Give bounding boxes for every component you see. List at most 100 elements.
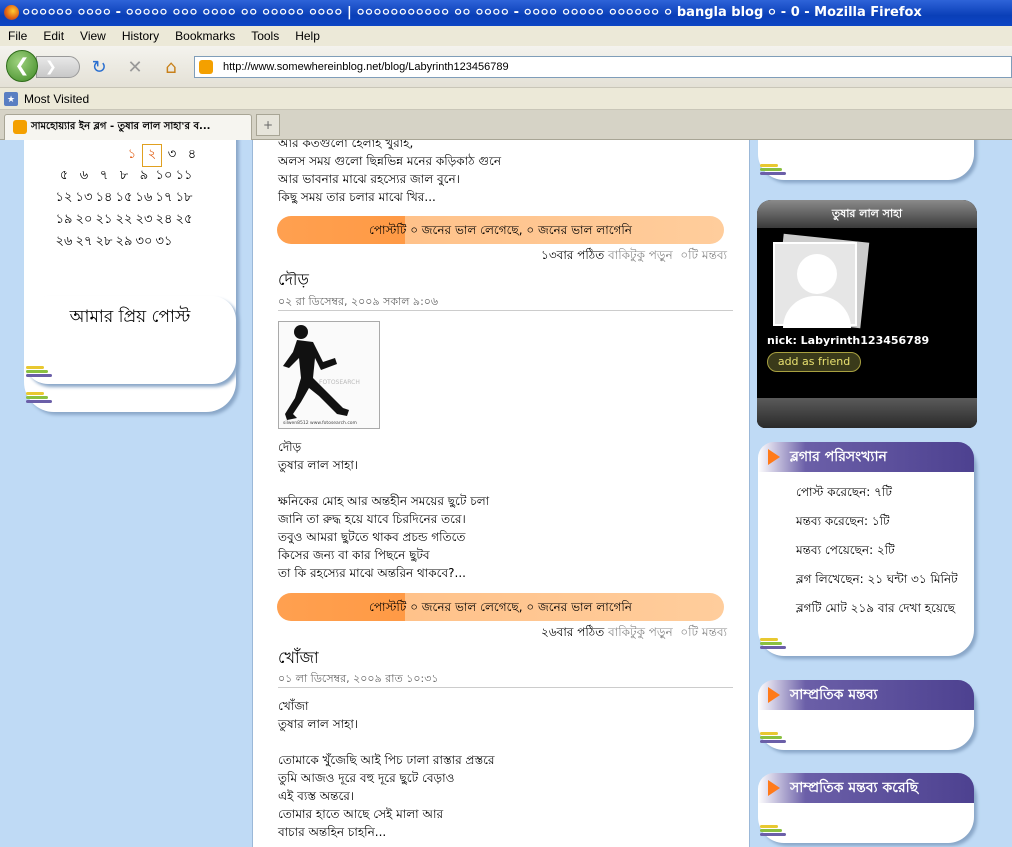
calendar-day[interactable]: ১২ — [54, 188, 74, 209]
calendar-day[interactable]: ৫ — [54, 166, 74, 187]
calendar-day[interactable]: ১৬ — [134, 188, 154, 209]
arrow-right-icon — [768, 449, 780, 465]
menu-view[interactable]: View — [72, 29, 114, 43]
my-recent-comments-header: সাম্প্রতিক মন্তব্য করেছি — [758, 773, 974, 803]
url-bar[interactable]: http://www.somewhereinblog.net/blog/Laby… — [194, 56, 1012, 78]
poem-line: তুষার লাল সাহা। — [278, 717, 359, 731]
profile-nick: nick: Labyrinth123456789 — [767, 334, 930, 347]
comment-count-link[interactable]: ০টি মন্তব্য — [680, 248, 727, 262]
window-title: ০০০০০০ ০০০০ - ০০০০০ ০০০ ০০০০ ০০ ০০০০০ ০০… — [22, 4, 922, 20]
calendar-day[interactable]: ১৭ — [154, 188, 174, 209]
main-content: আর কতগুলো হেলাহ খুরাহ, অলস সময় গুলো ছিন… — [252, 140, 750, 847]
post-title[interactable]: দৌড় — [278, 267, 309, 294]
url-text: http://www.somewhereinblog.net/blog/Laby… — [223, 61, 509, 73]
calendar-day[interactable]: ৯ — [134, 166, 154, 187]
reload-icon[interactable]: ↻ — [88, 58, 110, 78]
calendar-row-2: ৫ ৬ ৭ ৮ ৯ ১০ ১১ — [54, 166, 194, 187]
calendar-day[interactable]: ৩ — [162, 145, 182, 166]
poem-line: আর কতগুলো হেলাহ খুরাহ, — [278, 140, 414, 150]
bookmark-most-visited[interactable]: Most Visited — [24, 92, 89, 106]
blogger-stats-box: ব্লগার পরিসংখ্যান পোস্ট করেছেন: ৭টি মন্ত… — [758, 442, 974, 656]
like-bar[interactable]: পোস্টটি ০ জনের ভাল লেগেছে, ০ জনের ভাল লা… — [277, 216, 724, 244]
calendar-day[interactable]: ১১ — [174, 166, 194, 187]
my-recent-comments-box: সাম্প্রতিক মন্তব্য করেছি — [758, 773, 974, 843]
stat-comments-made: মন্তব্য করেছেন: ১টি — [796, 514, 890, 528]
calendar-day[interactable]: ৪ — [182, 145, 202, 166]
menu-file[interactable]: File — [0, 29, 35, 43]
swirl-decoration-icon — [760, 825, 786, 837]
avatar[interactable] — [773, 233, 870, 330]
poem-line: তুমি আজও দূরে বহু দূরে ছুটে বেড়াও — [278, 771, 455, 785]
arrow-right-icon — [768, 687, 780, 703]
profile-footer — [757, 398, 977, 428]
calendar-day[interactable]: ৭ — [94, 166, 114, 187]
calendar-day[interactable]: ২০ — [74, 210, 94, 231]
profile-card: তুষার লাল সাহা nick: Labyrinth123456789 … — [757, 200, 977, 428]
calendar-day[interactable]: ২৭ — [74, 232, 94, 253]
tab-favicon-icon — [13, 120, 27, 134]
forward-button[interactable]: ❯ — [36, 56, 80, 78]
calendar-day[interactable]: ২৪ — [154, 210, 174, 231]
menu-bookmarks[interactable]: Bookmarks — [167, 29, 243, 43]
stat-blog-time: ব্লগ লিখেছেন: ২১ ঘন্টা ৩১ মিনিট — [796, 572, 958, 586]
new-tab-button[interactable]: + — [256, 114, 280, 136]
calendar-day[interactable]: ১ — [122, 145, 142, 166]
poem-line: কিছু সময় তার চলার মাঝে খির... — [278, 190, 436, 204]
calendar-day[interactable]: ২২ — [114, 210, 134, 231]
runner-image: FOTOSEARCH silwen8512 www.fotosearch.com — [278, 321, 380, 429]
plus-icon: + — [262, 118, 274, 132]
menu-edit[interactable]: Edit — [35, 29, 72, 43]
top-right-box — [758, 140, 974, 180]
menu-help[interactable]: Help — [287, 29, 328, 43]
page-viewport: ১২৩৪ ৫ ৬ ৭ ৮ ৯ ১০ ১১ ১২ ১৩ ১৪ ১৫ ১৬ ১৭ ১৮ ১৯ ২০ ২১ ২২ ২৩… — [0, 140, 1012, 847]
calendar-day[interactable]: ২৬ — [54, 232, 74, 253]
swirl-decoration-icon — [760, 164, 786, 176]
like-bar[interactable]: পোস্টটি ০ জনের ভাল লেগেছে, ০ জনের ভাল লা… — [277, 593, 724, 621]
post-stats: ১৩বার পঠিত বাকিটুকু পড়ুন ০টি মন্তব্য — [541, 247, 727, 267]
avatar-body — [783, 296, 851, 328]
add-friend-button[interactable]: add as friend — [767, 352, 861, 372]
back-arrow-icon: ❮ — [14, 55, 30, 76]
read-more-link[interactable]: বাকিটুকু পড়ুন — [608, 248, 673, 262]
calendar-day[interactable]: ৬ — [74, 166, 94, 187]
calendar-day[interactable]: ১৫ — [114, 188, 134, 209]
runner-silhouette-icon: FOTOSEARCH silwen8512 www.fotosearch.com — [283, 325, 360, 426]
poem-line: খোঁজা — [278, 699, 309, 713]
recent-comments-header: সাম্প্রতিক মন্তব্য — [758, 680, 974, 710]
calendar-day[interactable]: ১৯ — [54, 210, 74, 231]
calendar-day[interactable]: ২৮ — [94, 232, 114, 253]
read-more-link[interactable]: বাকিটুকু পড়ুন — [608, 625, 673, 639]
calendar-row-5: ২৬ ২৭ ২৮ ২৯ ৩০ ৩১ — [54, 232, 174, 253]
calendar-day[interactable]: ৩১ — [154, 232, 174, 253]
calendar-day[interactable]: ১৪ — [94, 188, 114, 209]
post-title[interactable]: খোঁজা — [278, 645, 319, 672]
tab-active[interactable]: সামহোয়্যার ইন ব্লগ - তুষার লাল সাহা'র ব… — [4, 114, 252, 140]
calendar-day[interactable]: ১৮ — [174, 188, 194, 209]
calendar-day[interactable]: ৩০ — [134, 232, 154, 253]
home-icon[interactable]: ⌂ — [160, 58, 182, 78]
calendar-day[interactable]: ১৩ — [74, 188, 94, 209]
poem-line: ক্ষনিকের মোহ আর অন্তহীন সময়ের ছুটে চলা — [278, 494, 490, 508]
favorite-posts-box: আমার প্রিয় পোস্ট — [24, 296, 236, 384]
back-button[interactable]: ❮ — [6, 50, 38, 82]
poem-line: তা কি রহস্যের মাঝে অন্তরিন থাকবে?... — [278, 566, 466, 580]
comment-count-link[interactable]: ০টি মন্তব্য — [680, 625, 727, 639]
stats-title: ব্লগার পরিসংখ্যান — [790, 449, 887, 465]
poem-line: তোমার হাতে আছে সেই মালা আর — [278, 807, 444, 821]
calendar-row-3: ১২ ১৩ ১৪ ১৫ ১৬ ১৭ ১৮ — [54, 188, 194, 209]
bookmarks-bar: ★ Most Visited — [0, 88, 1012, 110]
menu-history[interactable]: History — [114, 29, 167, 43]
calendar-day[interactable]: ৮ — [114, 166, 134, 187]
divider — [278, 687, 733, 688]
calendar-day[interactable]: ২১ — [94, 210, 114, 231]
calendar-day[interactable]: ১০ — [154, 166, 174, 187]
calendar-day[interactable]: ২৯ — [114, 232, 134, 253]
menu-tools[interactable]: Tools — [243, 29, 287, 43]
stats-header: ব্লগার পরিসংখ্যান — [758, 442, 974, 472]
stop-icon[interactable]: ✕ — [124, 58, 146, 78]
calendar-day[interactable]: ২৫ — [174, 210, 194, 231]
calendar-day-today[interactable]: ২ — [142, 144, 162, 167]
profile-header: তুষার লাল সাহা — [757, 200, 977, 228]
calendar-day[interactable]: ২৩ — [134, 210, 154, 231]
